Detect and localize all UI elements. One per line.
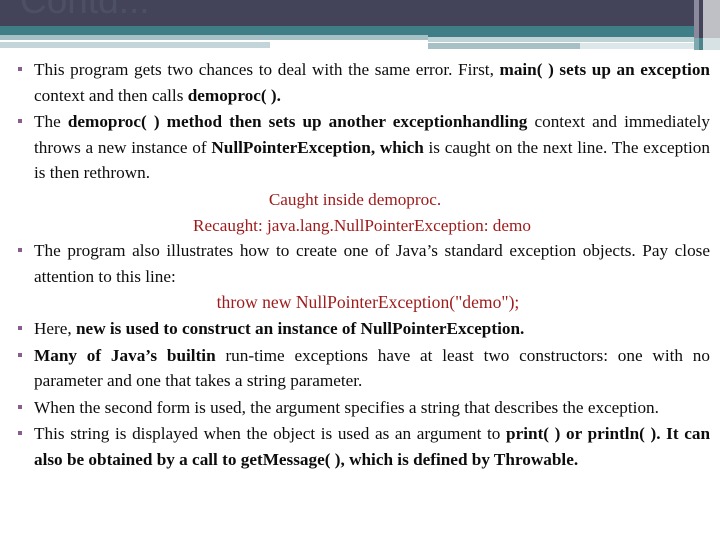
- plain-text: The: [34, 112, 68, 132]
- list-item: When the second form is used, the argume…: [0, 395, 720, 421]
- bullet-dot-icon: [18, 352, 22, 357]
- list-item-text: This string is displayed when the object…: [34, 424, 710, 469]
- header-stripe-light-gray: [703, 0, 720, 38]
- bullet-dot-icon: [18, 431, 22, 436]
- output-line-2: Recaught: java.lang.NullPointerException…: [193, 215, 531, 235]
- slide: Contd... This program gets two chances t…: [0, 0, 720, 540]
- emphasis-text: NullPointerException, which: [211, 137, 424, 157]
- header-pale-band-e: [580, 43, 694, 49]
- list-item-text: This program gets two chances to deal wi…: [34, 60, 710, 105]
- list-item-text: When the second form is used, the argume…: [34, 398, 659, 417]
- console-output-block: Caught inside demoproc. Recaught: java.la…: [0, 187, 720, 238]
- list-item-text: The program also illustrates how to crea…: [34, 241, 710, 286]
- list-item: Here, new is used to construct an instan…: [0, 316, 720, 342]
- plain-text: Here,: [34, 318, 76, 338]
- list-item: Many of Java’s builtin run-time exceptio…: [0, 343, 720, 394]
- header-teal-band-right: [428, 26, 694, 37]
- slide-body: This program gets two chances to deal wi…: [0, 57, 720, 474]
- emphasis-text: Many of Java’s builtin: [34, 345, 216, 365]
- emphasis-text: demoproc( ).: [187, 85, 281, 105]
- list-item-text: The demoproc( ) method then sets up anot…: [34, 112, 710, 182]
- header-pale-band-c: [0, 42, 270, 48]
- plain-text: The program also illustrates how to crea…: [34, 241, 710, 286]
- plain-text: This program gets two chances to deal wi…: [34, 60, 500, 79]
- list-item-text: Here, new is used to construct an instan…: [34, 319, 524, 338]
- bullet-dot-icon: [18, 67, 22, 71]
- header-stripe-light-lower: [703, 38, 720, 50]
- header-pale-band-a: [0, 35, 428, 40]
- plain-text: context and then calls: [34, 85, 188, 105]
- bullet-dot-icon: [18, 404, 22, 409]
- output-line-1: Caught inside demoproc.: [268, 189, 442, 209]
- list-item: The demoproc( ) method then sets up anot…: [0, 109, 720, 186]
- list-item-text: Many of Java’s builtin run-time exceptio…: [34, 346, 710, 391]
- code-statement: throw new NullPointerException("demo");: [216, 292, 520, 313]
- list-item: The program also illustrates how to crea…: [0, 238, 720, 289]
- header-pale-band-b: [428, 37, 694, 42]
- bullet-list: This program gets two chances to deal wi…: [0, 57, 720, 473]
- slide-header-banner: Contd...: [0, 0, 720, 55]
- emphasis-text: demoproc( ) method then sets up another …: [67, 112, 528, 132]
- list-item: This program gets two chances to deal wi…: [0, 57, 720, 108]
- emphasis-text: new is used to construct an instance of …: [76, 318, 525, 338]
- list-item: This string is displayed when the object…: [0, 421, 720, 472]
- header-pale-band-d: [428, 43, 580, 49]
- plain-text: This string is displayed when the object…: [34, 424, 507, 444]
- emphasis-text: main( ) sets up an exception: [499, 60, 710, 79]
- bullet-dot-icon: [18, 119, 22, 124]
- page-title: Contd...: [20, 0, 150, 21]
- code-block: throw new NullPointerException("demo");: [0, 290, 720, 316]
- plain-text: When the second form is used, the argume…: [34, 397, 659, 417]
- bullet-dot-icon: [18, 248, 22, 253]
- bullet-dot-icon: [18, 325, 22, 330]
